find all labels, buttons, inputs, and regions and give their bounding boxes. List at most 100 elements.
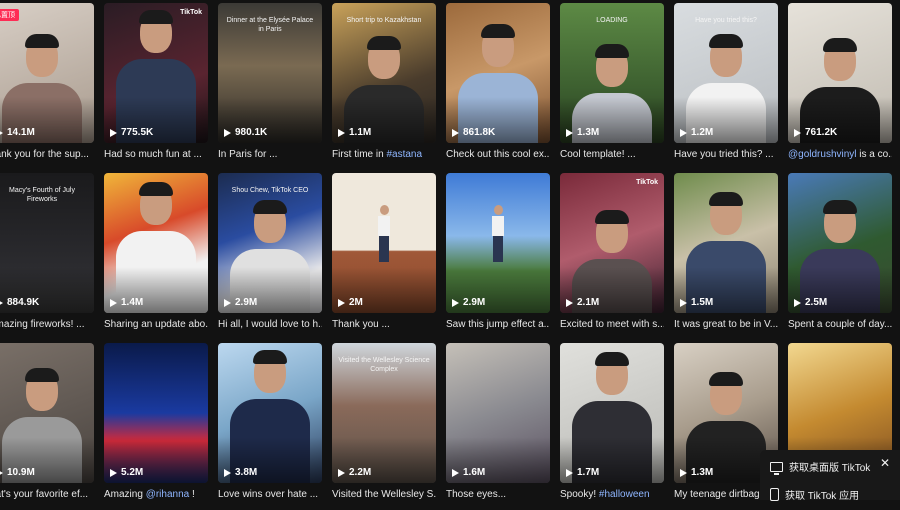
video-caption[interactable]: Sharing an update abo... bbox=[104, 318, 208, 332]
view-count-value: 2.1M bbox=[577, 297, 600, 308]
video-caption[interactable]: Excited to meet with s... bbox=[560, 318, 664, 332]
caption-text: Excited to meet with s... bbox=[560, 319, 664, 330]
video-caption[interactable]: Had so much fun at ... bbox=[104, 148, 208, 162]
view-count-value: 2.9M bbox=[463, 297, 486, 308]
caption-text: nat's your favorite ef... bbox=[0, 489, 89, 500]
video-card[interactable]: 2M Thank you ... bbox=[332, 173, 436, 340]
video-card[interactable]: Dinner at the Elysée Palace in Paris 980.… bbox=[218, 3, 322, 170]
video-thumbnail[interactable]: Short trip to Kazakhstan 1.1M bbox=[332, 3, 436, 143]
video-caption[interactable]: @goldrushvinyl is a co... bbox=[788, 148, 892, 162]
play-icon bbox=[338, 128, 345, 137]
caption-text: Amazing bbox=[104, 489, 146, 500]
monitor-icon bbox=[770, 461, 783, 475]
view-count: 1.3M bbox=[680, 467, 713, 478]
video-card[interactable]: 1.7M Spooky! #halloween bbox=[560, 343, 664, 510]
video-card[interactable]: Macy's Fourth of July Fireworks 884.9K ama… bbox=[0, 173, 94, 340]
video-caption[interactable]: Saw this jump effect a... bbox=[446, 318, 550, 332]
view-count: 980.1K bbox=[224, 127, 267, 138]
video-thumbnail[interactable]: LOADING 1.3M bbox=[560, 3, 664, 143]
play-icon bbox=[224, 128, 231, 137]
video-thumbnail[interactable]: 2.5M bbox=[788, 173, 892, 313]
hair-shape bbox=[253, 200, 287, 214]
video-card[interactable]: 3.8M Love wins over hate ... bbox=[218, 343, 322, 510]
video-thumbnail[interactable]: Visited the Wellesley Science Complex 2.2… bbox=[332, 343, 436, 483]
video-card[interactable]: 5.2M Amazing @rihanna ! bbox=[104, 343, 208, 510]
caption-text: Saw this jump effect a... bbox=[446, 319, 550, 330]
video-thumbnail[interactable]: 3.8M bbox=[218, 343, 322, 483]
video-caption[interactable]: Have you tried this? ... bbox=[674, 148, 778, 162]
video-caption[interactable]: hank you for the sup... bbox=[0, 148, 94, 162]
play-icon bbox=[110, 468, 117, 477]
hair-shape bbox=[481, 24, 515, 38]
view-count: 3.8M bbox=[224, 467, 257, 478]
video-card[interactable]: 1.6M Those eyes... bbox=[446, 343, 550, 510]
video-caption[interactable]: It was great to be in V... bbox=[674, 318, 778, 332]
video-card[interactable]: Visited the Wellesley Science Complex 2.2… bbox=[332, 343, 436, 510]
play-icon bbox=[224, 468, 231, 477]
video-thumbnail[interactable]: 2.9M bbox=[446, 173, 550, 313]
video-card[interactable]: 761.2K @goldrushvinyl is a co... bbox=[788, 3, 892, 170]
view-count-value: 761.2K bbox=[805, 127, 838, 138]
view-count-value: 1.1M bbox=[349, 127, 372, 138]
video-caption[interactable]: Check out this cool ex... bbox=[446, 148, 550, 162]
video-card[interactable]: 10.9M nat's your favorite ef... bbox=[0, 343, 94, 510]
view-count-value: 1.4M bbox=[121, 297, 144, 308]
caption-link[interactable]: #halloween bbox=[599, 489, 650, 500]
video-grid: 已置顶 14.1M hank you for the sup... TikTok 775… bbox=[0, 3, 892, 510]
caption-link[interactable]: #astana bbox=[386, 149, 422, 160]
video-caption[interactable]: Thank you ... bbox=[332, 318, 436, 332]
video-caption[interactable]: In Paris for ... bbox=[218, 148, 322, 162]
video-card[interactable]: 2.9M Saw this jump effect a... bbox=[446, 173, 550, 340]
video-card[interactable]: 1.4M Sharing an update abo... bbox=[104, 173, 208, 340]
video-thumbnail[interactable]: TikTok 775.5K bbox=[104, 3, 208, 143]
video-thumbnail[interactable]: 1.5M bbox=[674, 173, 778, 313]
video-card[interactable]: 1.5M It was great to be in V... bbox=[674, 173, 778, 340]
video-card[interactable]: Shou Chew, TikTok CEO 2.9M Hi all, I would… bbox=[218, 173, 322, 340]
video-thumbnail[interactable]: TikTok 2.1M bbox=[560, 173, 664, 313]
video-thumbnail[interactable]: 1.6M bbox=[446, 343, 550, 483]
video-caption[interactable]: Cool template! ... bbox=[560, 148, 664, 162]
close-icon[interactable]: ✕ bbox=[880, 456, 890, 470]
phone-icon bbox=[770, 488, 779, 501]
view-count: 2.2M bbox=[338, 467, 371, 478]
video-thumbnail[interactable]: Shou Chew, TikTok CEO 2.9M bbox=[218, 173, 322, 313]
video-thumbnail[interactable]: 1.7M bbox=[560, 343, 664, 483]
get-desktop-app-button[interactable]: 获取桌面版 TikTok bbox=[770, 459, 870, 475]
view-count-value: 1.2M bbox=[691, 127, 714, 138]
video-thumbnail[interactable]: 5.2M bbox=[104, 343, 208, 483]
hair-shape bbox=[595, 44, 629, 58]
video-thumbnail[interactable]: 已置顶 14.1M bbox=[0, 3, 94, 143]
video-thumbnail[interactable]: 2M bbox=[332, 173, 436, 313]
view-count: 884.9K bbox=[0, 297, 39, 308]
video-thumbnail[interactable]: 1.4M bbox=[104, 173, 208, 313]
caption-link[interactable]: @goldrushvinyl bbox=[788, 149, 857, 160]
video-caption[interactable]: Hi all, I would love to h... bbox=[218, 318, 322, 332]
video-card[interactable]: Have you tried this? 1.2M Have you tried t… bbox=[674, 3, 778, 170]
video-thumbnail[interactable]: Dinner at the Elysée Palace in Paris 980.… bbox=[218, 3, 322, 143]
view-count: 1.7M bbox=[566, 467, 599, 478]
video-caption[interactable]: amazing fireworks! ... bbox=[0, 318, 94, 332]
video-card[interactable]: TikTok 775.5K Had so much fun at ... bbox=[104, 3, 208, 170]
video-overlay-text: Dinner at the Elysée Palace in Paris bbox=[226, 17, 314, 33]
video-card[interactable]: LOADING 1.3M Cool template! ... bbox=[560, 3, 664, 170]
video-card[interactable]: 已置顶 14.1M hank you for the sup... bbox=[0, 3, 94, 170]
play-icon bbox=[224, 298, 231, 307]
video-card[interactable]: 861.8K Check out this cool ex... bbox=[446, 3, 550, 170]
play-icon bbox=[0, 128, 3, 137]
video-caption[interactable]: First time in #astana bbox=[332, 148, 436, 162]
video-thumbnail[interactable]: Have you tried this? 1.2M bbox=[674, 3, 778, 143]
video-thumbnail[interactable]: 10.9M bbox=[0, 343, 94, 483]
video-thumbnail[interactable]: 861.8K bbox=[446, 3, 550, 143]
play-icon bbox=[680, 128, 687, 137]
video-thumbnail[interactable]: Macy's Fourth of July Fireworks 884.9K bbox=[0, 173, 94, 313]
caption-link[interactable]: @rihanna bbox=[146, 489, 190, 500]
caption-text: Love wins over hate ... bbox=[218, 489, 319, 500]
video-caption[interactable]: Spent a couple of day... bbox=[788, 318, 892, 332]
video-card[interactable]: 2.5M Spent a couple of day... bbox=[788, 173, 892, 340]
video-card[interactable]: Short trip to Kazakhstan 1.1M First time i… bbox=[332, 3, 436, 170]
video-card[interactable]: TikTok 2.1M Excited to meet with s... bbox=[560, 173, 664, 340]
view-count-value: 1.3M bbox=[691, 467, 714, 478]
view-count: 1.4M bbox=[110, 297, 143, 308]
video-thumbnail[interactable]: 761.2K bbox=[788, 3, 892, 143]
caption-text-tail: is a co... bbox=[859, 149, 892, 160]
